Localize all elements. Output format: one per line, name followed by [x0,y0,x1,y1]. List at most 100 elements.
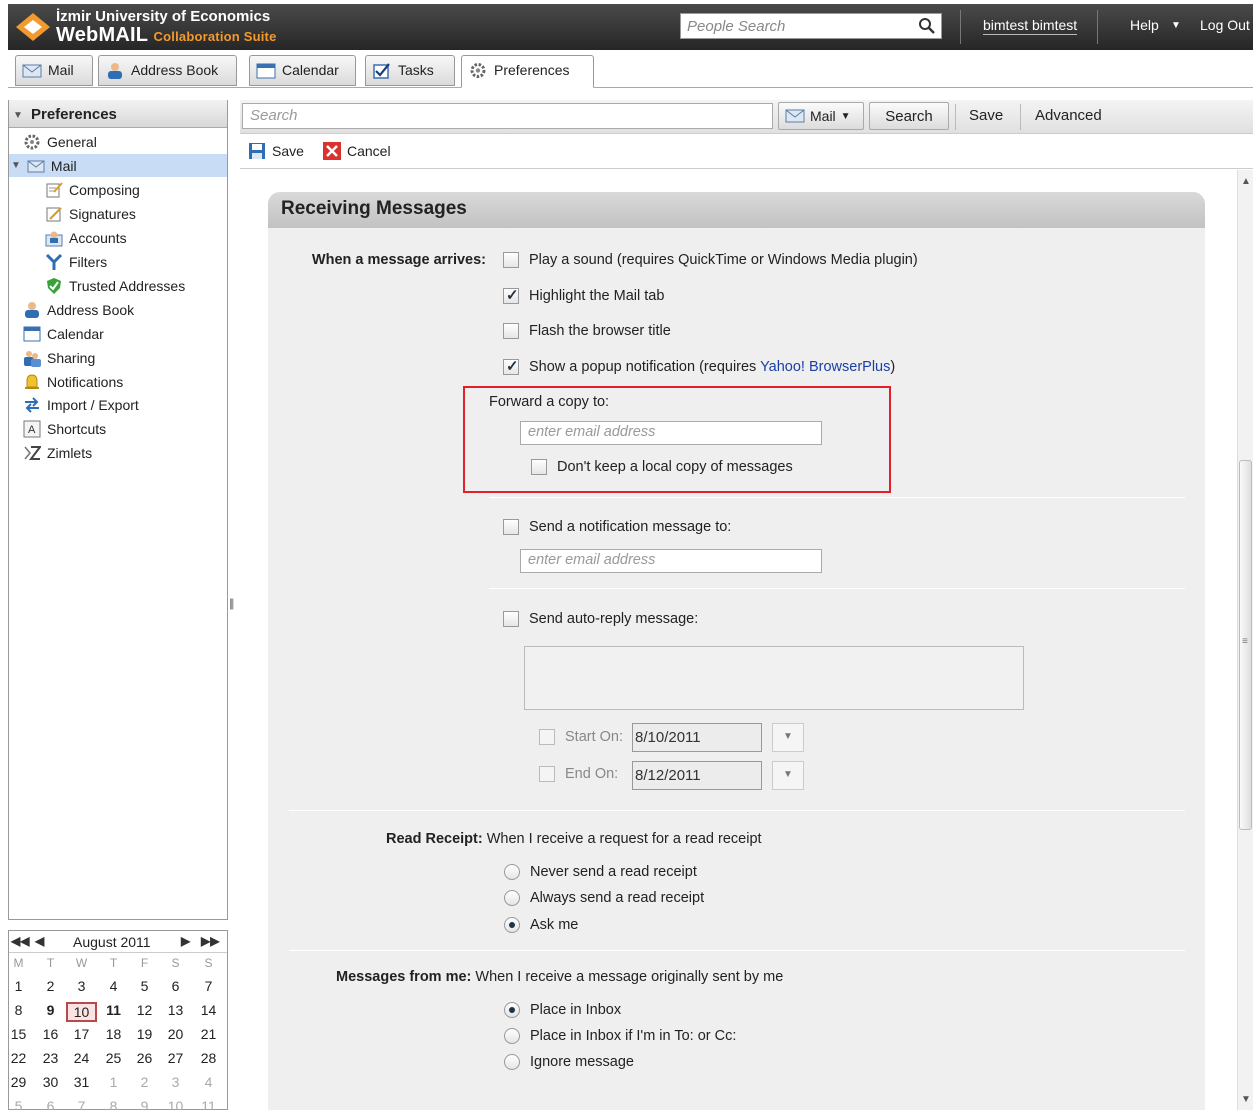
search-input[interactable]: Search [242,103,773,129]
calendar-day[interactable]: 9 [129,1098,160,1110]
browserplus-link[interactable]: Yahoo! BrowserPlus [760,359,890,375]
calendar-day[interactable]: 6 [160,978,191,994]
sidebar-item-filters[interactable]: Filters [45,250,107,273]
tab-mail[interactable]: Mail [15,55,93,86]
sidebar-item-notifications[interactable]: Notifications [23,370,123,393]
calendar-day[interactable]: 7 [193,978,224,994]
calendar-day[interactable]: 7 [66,1098,97,1110]
calendar-day[interactable]: 16 [35,1026,66,1042]
calendar-day[interactable]: 10 [66,1002,97,1022]
calendar-day[interactable]: 19 [129,1026,160,1042]
calendar-day[interactable]: 12 [129,1002,160,1018]
never-send-radio[interactable] [504,864,520,880]
option-always-send-receipt[interactable]: Always send a read receipt [504,890,704,906]
user-name-link[interactable]: bimtest bimtest [983,17,1078,35]
calendar-day[interactable]: 1 [98,1074,129,1090]
calendar-day[interactable]: 15 [3,1026,34,1042]
end-date-picker-button[interactable]: ▼ [772,761,804,790]
calendar-day[interactable]: 11 [193,1098,224,1110]
scroll-up-icon[interactable]: ▲ [1241,176,1251,187]
calendar-day[interactable]: 13 [160,1002,191,1018]
sidebar-item-composing[interactable]: Composing [45,178,140,201]
notification-email-field[interactable]: enter email address [520,549,822,573]
calendar-day[interactable]: 30 [35,1074,66,1090]
prev-month-icon[interactable]: ◀ [35,934,44,948]
chevron-down-icon[interactable]: ▼ [1171,20,1181,31]
ask-me-radio[interactable] [504,917,520,933]
sidebar-item-calendar[interactable]: Calendar [23,322,104,345]
ignore-message-radio[interactable] [504,1054,520,1070]
calendar-day[interactable]: 2 [129,1074,160,1090]
sidebar-item-accounts[interactable]: Accounts [45,226,127,249]
calendar-day[interactable]: 24 [66,1050,97,1066]
save-button[interactable]: Save [248,142,304,160]
no-local-copy-checkbox[interactable] [531,459,547,475]
calendar-day[interactable]: 5 [3,1098,34,1110]
option-flash-title[interactable]: Flash the browser title [503,323,671,339]
auto-reply-checkbox[interactable] [503,611,519,627]
start-date-picker-button[interactable]: ▼ [772,723,804,752]
vertical-scrollbar[interactable]: ▲ ≡ ▼ [1237,170,1253,1110]
sidebar-item-shortcuts[interactable]: A Shortcuts [23,417,106,440]
auto-reply-textarea[interactable] [524,646,1024,710]
option-start-on[interactable]: Start On: [539,729,623,745]
cancel-button[interactable]: Cancel [323,142,391,160]
sidebar-item-trusted-addresses[interactable]: Trusted Addresses [45,274,185,297]
calendar-day[interactable]: 3 [66,978,97,994]
tab-address-book[interactable]: Address Book [98,55,237,86]
next-month-icon[interactable]: ▶ [181,934,190,948]
option-ignore-message[interactable]: Ignore message [504,1054,634,1070]
calendar-day[interactable]: 4 [193,1074,224,1090]
sidebar-item-import-export[interactable]: Import / Export [23,393,139,416]
always-send-radio[interactable] [504,890,520,906]
calendar-day[interactable]: 11 [98,1002,129,1018]
forward-email-field[interactable]: enter email address [520,421,822,445]
pane-splitter-handle[interactable]: ||| [229,596,237,618]
option-no-local-copy[interactable]: Don't keep a local copy of messages [531,459,793,475]
option-never-send-receipt[interactable]: Never send a read receipt [504,864,697,880]
highlight-mail-tab-checkbox[interactable] [503,286,519,304]
option-popup-notification[interactable]: Show a popup notification (requires Yaho… [503,357,895,375]
place-in-inbox-radio[interactable] [504,1002,520,1018]
calendar-day[interactable]: 18 [98,1026,129,1042]
option-place-in-inbox-if-to-cc[interactable]: Place in Inbox if I'm in To: or Cc: [504,1028,736,1044]
option-auto-reply[interactable]: Send auto-reply message: [503,611,698,627]
sidebar-header[interactable]: ▼ Preferences [9,100,227,128]
logout-link[interactable]: Log Out [1200,17,1250,33]
scrollbar-thumb[interactable]: ≡ [1239,460,1252,830]
sidebar-item-signatures[interactable]: Signatures [45,202,136,225]
expand-triangle-icon[interactable]: ▼ [11,160,21,171]
prev-year-icon[interactable]: ◀◀ [11,934,29,948]
calendar-day[interactable]: 1 [3,978,34,994]
option-highlight-mail-tab[interactable]: Highlight the Mail tab [503,286,664,304]
option-play-sound[interactable]: Play a sound (requires QuickTime or Wind… [503,252,918,268]
calendar-day[interactable]: 6 [35,1098,66,1110]
next-year-icon[interactable]: ▶▶ [201,934,219,948]
option-ask-me[interactable]: Ask me [504,917,578,933]
tab-preferences[interactable]: Preferences [461,55,594,88]
people-search-input[interactable]: People Search [680,13,942,39]
calendar-day[interactable]: 31 [66,1074,97,1090]
calendar-day[interactable]: 21 [193,1026,224,1042]
calendar-day[interactable]: 17 [66,1026,97,1042]
calendar-day[interactable]: 26 [129,1050,160,1066]
calendar-day[interactable]: 28 [193,1050,224,1066]
sidebar-item-zimlets[interactable]: Zimlets [23,441,92,464]
help-menu[interactable]: Help [1130,17,1159,33]
sidebar-item-sharing[interactable]: Sharing [23,346,95,369]
calendar-day[interactable]: 5 [129,978,160,994]
calendar-day[interactable]: 9 [35,1002,66,1018]
start-on-checkbox[interactable] [539,729,555,745]
option-end-on[interactable]: End On: [539,766,618,782]
scroll-down-icon[interactable]: ▼ [1241,1094,1251,1105]
calendar-day[interactable]: 27 [160,1050,191,1066]
end-on-checkbox[interactable] [539,766,555,782]
collapse-triangle-icon[interactable]: ▼ [13,110,23,121]
calendar-day[interactable]: 10 [160,1098,191,1110]
tab-calendar[interactable]: Calendar [249,55,356,86]
save-search-button[interactable]: Save [969,107,1003,124]
search-button[interactable]: Search [869,102,949,130]
calendar-day[interactable]: 3 [160,1074,191,1090]
calendar-day[interactable]: 8 [98,1098,129,1110]
advanced-search-button[interactable]: Advanced [1035,107,1102,124]
